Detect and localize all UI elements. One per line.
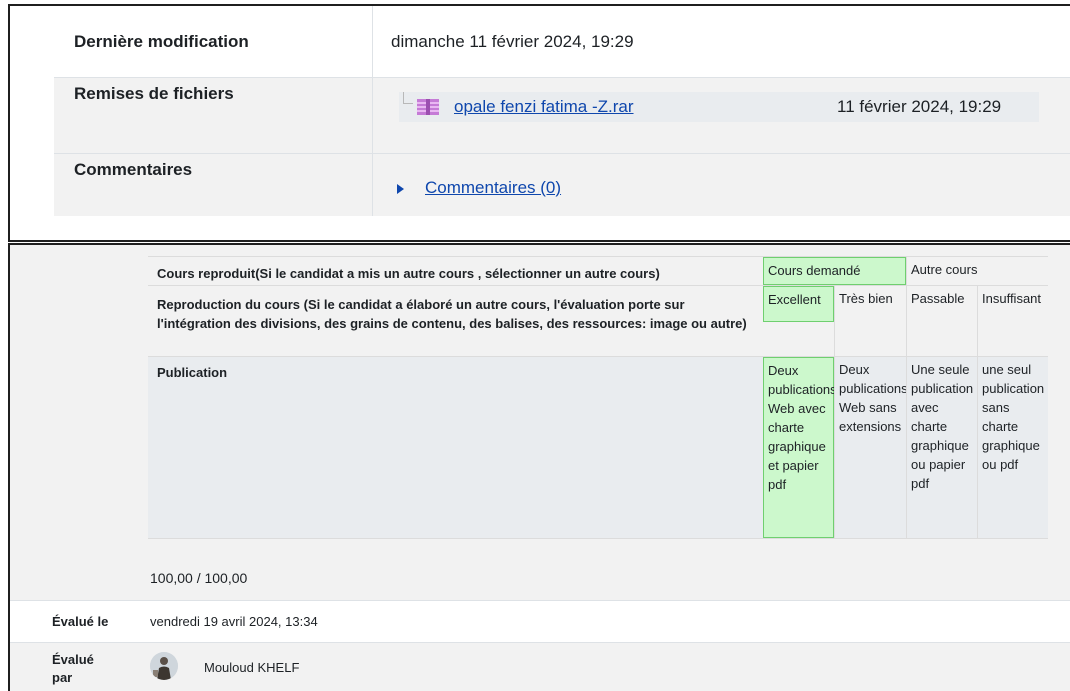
file-submissions-label: Remises de fichiers (74, 84, 234, 103)
rubric-level: Très bien (834, 286, 906, 356)
comments-label: Commentaires (74, 160, 193, 179)
grader-avatar[interactable] (150, 652, 178, 680)
comments-row: Commentaires Commentaires (0) (54, 154, 1070, 216)
rubric-level-selected: Excellent (763, 286, 834, 322)
rubric-level-selected: Cours demandé (763, 257, 906, 285)
submitted-file-date: 11 février 2024, 19:29 (837, 97, 1002, 116)
grade-score: 100,00 / 100,00 (150, 570, 248, 586)
graded-by-row: Évalué par Mouloud KHELF (10, 642, 1070, 691)
last-modified-label: Dernière modification (74, 32, 249, 51)
rubric-level: Passable (906, 286, 977, 356)
criterion-description: Reproduction du cours (Si le candidat a … (157, 297, 747, 331)
criterion-description: Publication (157, 365, 228, 380)
rar-archive-icon (417, 99, 439, 115)
file-tree-item: opale fenzi fatima -Z.rar 11 février 202… (399, 92, 1039, 122)
comments-cell: Commentaires (0) (372, 154, 1070, 216)
graded-by-label: Évalué par (52, 652, 94, 685)
graded-on-row: Évalué le vendredi 19 avril 2024, 13:34 (10, 600, 1070, 642)
expand-triangle-icon[interactable] (397, 184, 404, 194)
rubric-criterion: Reproduction du cours (Si le candidat a … (148, 285, 1048, 356)
user-photo-icon (150, 652, 178, 680)
rubric-level: Insuffisant (977, 286, 1048, 356)
submission-status-panel: Dernière modification dimanche 11 févrie… (8, 4, 1070, 242)
last-modified-value: dimanche 11 février 2024, 19:29 (372, 6, 1070, 77)
submission-status-table: Dernière modification dimanche 11 févrie… (54, 6, 1070, 216)
rubric-level-selected: Deux publications: Web avec charte graph… (763, 357, 840, 538)
feedback-panel: Cours reproduit(Si le candidat a mis un … (8, 243, 1070, 691)
file-submissions-cell: opale fenzi fatima -Z.rar 11 février 202… (372, 78, 1070, 153)
criterion-description: Cours reproduit(Si le candidat a mis un … (157, 266, 660, 281)
rubric-level: Autre cours (906, 257, 1048, 285)
rubric-criterion: Publication Deux publications: Web avec … (148, 356, 1048, 539)
rubric-level: Deux publications: Web sans extensions (834, 357, 911, 538)
submitted-file-link[interactable]: opale fenzi fatima -Z.rar (454, 97, 634, 117)
grader-name[interactable]: Mouloud KHELF (204, 660, 299, 675)
file-submissions-row: Remises de fichiers opale fenzi fatima -… (54, 78, 1070, 154)
comments-toggle-link[interactable]: Commentaires (0) (425, 178, 561, 198)
rubric-criterion: Cours reproduit(Si le candidat a mis un … (148, 256, 1048, 285)
last-modified-row: Dernière modification dimanche 11 févrie… (54, 6, 1070, 78)
graded-on-value: vendredi 19 avril 2024, 13:34 (150, 614, 318, 629)
graded-on-label: Évalué le (52, 614, 109, 629)
rubric-level: une seul publication sans charte graphiq… (977, 357, 1048, 538)
rubric-level: Une seule publication avec charte graphi… (906, 357, 977, 538)
tree-connector-icon (403, 92, 413, 104)
